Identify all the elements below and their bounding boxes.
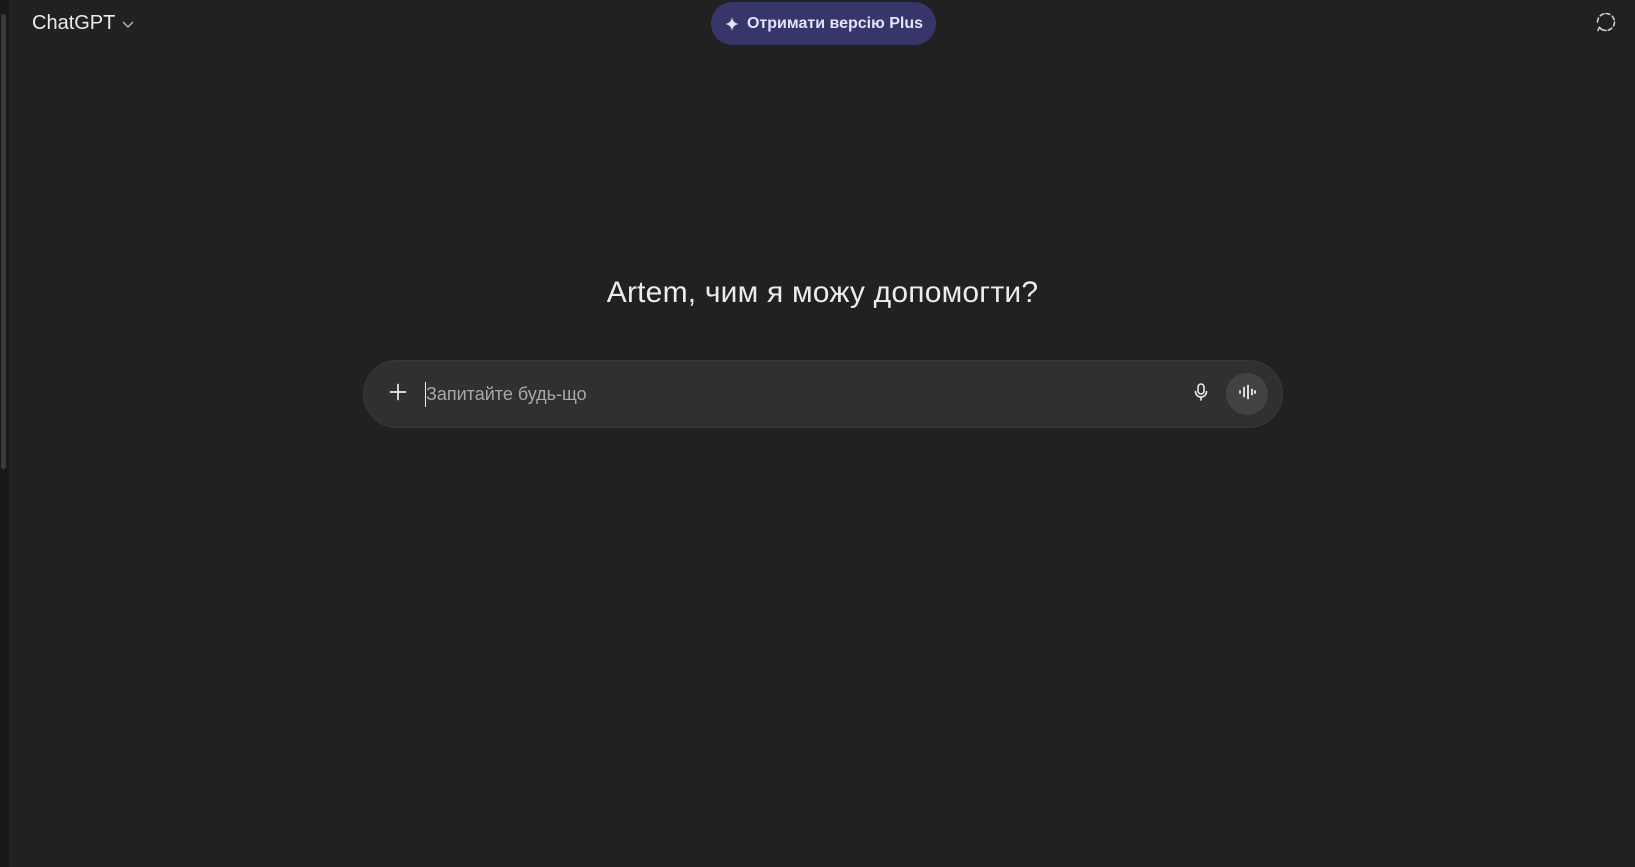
upgrade-plus-label: Отримати версію Plus: [746, 14, 924, 32]
prompt-input[interactable]: [424, 380, 1126, 408]
prompt-composer: [364, 361, 1282, 427]
model-switcher-button[interactable]: ChatGPT: [24, 6, 143, 40]
model-name-label: ChatGPT: [32, 11, 116, 34]
text-cursor: [425, 382, 426, 407]
sidebar-edge: [0, 0, 9, 867]
sidebar-scrollbar[interactable]: [1, 14, 6, 469]
upgrade-plus-button[interactable]: Отримати версію Plus: [711, 2, 936, 45]
temporary-chat-icon: [1595, 11, 1617, 38]
voice-waveform-icon: [1237, 382, 1257, 407]
attach-button[interactable]: [382, 378, 414, 410]
plus-icon: [388, 382, 408, 407]
greeting-heading: Artem, чим я можу допомогти?: [606, 276, 1039, 309]
chatgpt-window: ChatGPT Отримати версію Plus Artem, чим …: [0, 0, 1635, 867]
voice-mode-button[interactable]: [1226, 373, 1268, 415]
temporary-chat-button[interactable]: [1592, 10, 1620, 38]
sparkle-icon: [724, 16, 740, 32]
microphone-icon: [1191, 382, 1211, 407]
dictate-button[interactable]: [1185, 378, 1217, 410]
chevron-down-icon: [121, 18, 135, 32]
